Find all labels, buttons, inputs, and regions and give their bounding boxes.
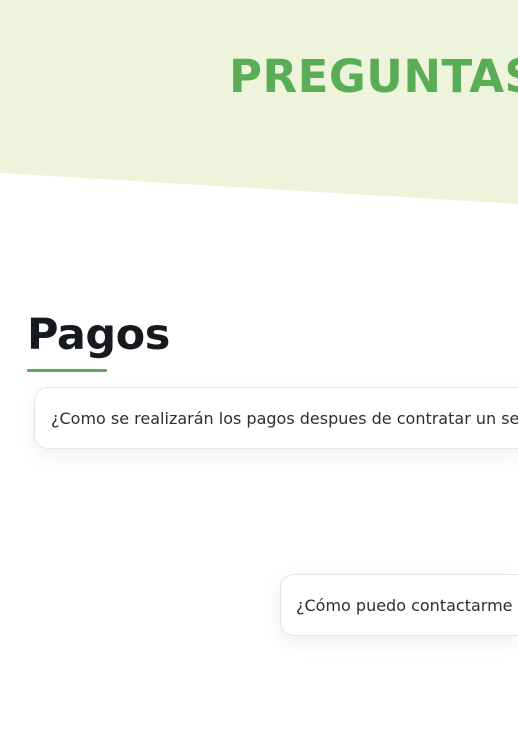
section-title-underline bbox=[27, 369, 107, 372]
page-title: PREGUNTAS FRECUENTES bbox=[229, 50, 518, 103]
faq-question-text: ¿Cómo puedo contactarme con ustedes? bbox=[296, 595, 518, 615]
faq-question-text: ¿Como se realizarán los pagos despues de… bbox=[51, 408, 518, 428]
faq-page: PREGUNTAS FRECUENTES Pagos ¿Como se real… bbox=[0, 0, 518, 744]
faq-question-contact[interactable]: ¿Cómo puedo contactarme con ustedes? bbox=[280, 574, 518, 636]
faq-question-payments[interactable]: ¿Como se realizarán los pagos despues de… bbox=[34, 387, 518, 449]
section-title-pagos: Pagos bbox=[27, 310, 170, 360]
